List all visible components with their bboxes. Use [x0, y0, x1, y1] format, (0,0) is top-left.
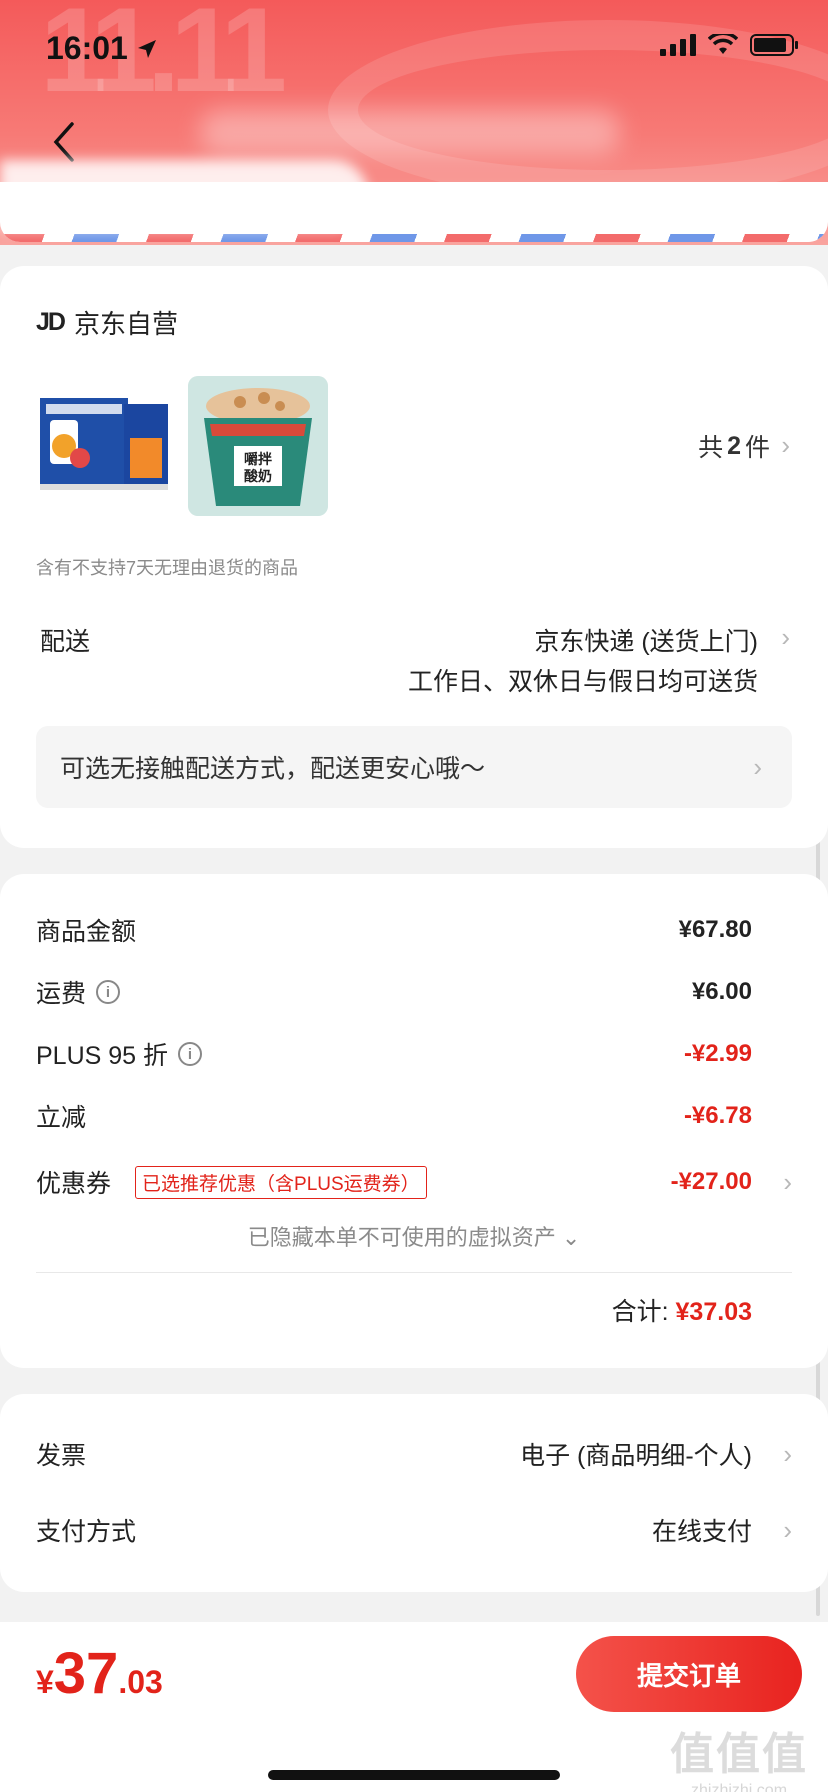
shop-name: 京东自营 — [73, 309, 178, 339]
chevron-right-icon: › — [781, 430, 790, 460]
payment-method-label: 支付方式 — [36, 1518, 137, 1546]
delivery-option[interactable]: 京东快递 (送货上门) 工作日、双休日与假日均可送货 — [408, 622, 758, 702]
delivery-label: 配送 — [40, 628, 91, 656]
count-prefix: 共 — [698, 434, 724, 462]
goods-amount-row: 商品金额 ¥67.80 — [36, 910, 792, 950]
payment-method-value: 在线支付 — [651, 1518, 752, 1546]
battery-icon — [750, 34, 798, 56]
goods-amount-value: ¥67.80 — [678, 916, 752, 943]
goods-amount-label: 商品金额 — [36, 918, 137, 946]
hidden-assets-text: 已隐藏本单不可使用的虚拟资产 — [247, 1225, 556, 1250]
chevron-right-icon: › — [781, 622, 790, 652]
invoice-card — [0, 1394, 828, 1592]
milk-box-product-image — [40, 398, 168, 490]
watermark-url: zhizhizhi.com — [690, 1782, 788, 1792]
location-arrow-icon — [138, 40, 156, 58]
coupon-label: 优惠券 — [36, 1170, 112, 1198]
pay-amount: ¥ 37 .03 — [36, 1640, 163, 1707]
blurred-recipient — [0, 160, 368, 230]
status-icons — [660, 34, 798, 56]
total-value: ¥37.03 — [675, 1298, 752, 1326]
invoice-value: 电子 (商品明细-个人) — [520, 1442, 752, 1470]
product-thumbnail-yogurt[interactable]: 嚼拌 酸奶 — [188, 376, 328, 516]
info-icon[interactable]: i — [96, 980, 121, 1004]
plus-discount-label: PLUS 95 折 — [36, 1042, 169, 1070]
currency-symbol: ¥ — [36, 1664, 54, 1700]
item-count-link[interactable]: 共 2 件 — [698, 428, 770, 464]
contactless-text: 可选无接触配送方式，配送更安心哦～ — [60, 755, 486, 783]
amount-integer: 37 — [53, 1641, 119, 1706]
blurred-address — [200, 110, 620, 154]
delivery-schedule: 工作日、双休日与假日均可送货 — [407, 668, 758, 696]
shipping-value: ¥6.00 — [691, 978, 752, 1005]
payment-method-row[interactable]: 支付方式 在线支付 › — [36, 1510, 792, 1550]
coupon-tag: 已选推荐优惠（含PLUS运费券） — [135, 1165, 427, 1199]
count-suffix: 件 — [744, 434, 770, 462]
info-icon[interactable]: i — [178, 1042, 203, 1066]
checkout-bar: ¥ 37 .03 提交订单 值值值 zhizhizhi.com — [0, 1622, 828, 1792]
shipping-label: 运费 — [36, 980, 87, 1008]
yogurt-cup-product-image: 嚼拌 酸奶 — [188, 376, 328, 516]
svg-text:酸奶: 酸奶 — [244, 468, 272, 484]
plus-discount-value: -¥2.99 — [683, 1040, 752, 1067]
delivery-method: 京东快递 (送货上门) — [534, 628, 758, 656]
total-label: 合计: — [611, 1298, 669, 1326]
shop-card: JD 京东自营 嚼拌 酸奶 共 2 件 › 含有不支持7天无理由退货的商品 配送… — [0, 266, 828, 848]
instant-discount-value: -¥6.78 — [683, 1102, 752, 1129]
hidden-assets-toggle[interactable]: 已隐藏本单不可使用的虚拟资产 ⌄ — [0, 1220, 828, 1252]
divider — [36, 1272, 792, 1273]
jd-logo: JD — [36, 308, 66, 336]
contactless-delivery-banner[interactable]: 可选无接触配送方式，配送更安心哦～ › — [36, 726, 792, 808]
shop-header: JD 京东自营 — [36, 304, 178, 341]
chevron-left-icon — [53, 122, 74, 162]
instant-discount-label: 立减 — [36, 1104, 87, 1132]
instant-discount-row: 立减 -¥6.78 — [36, 1096, 792, 1136]
chevron-right-icon: › — [783, 1166, 792, 1197]
chevron-down-icon: ⌄ — [561, 1225, 581, 1250]
watermark-logo: 值值值 — [670, 1730, 808, 1779]
return-policy-note: 含有不支持7天无理由退货的商品 — [36, 558, 299, 578]
chevron-right-icon: › — [783, 1438, 792, 1469]
order-total: 合计: ¥37.03 — [612, 1292, 752, 1328]
status-time: 16:01 — [46, 30, 128, 66]
shipping-row: 运费 i ¥6.00 — [36, 972, 792, 1012]
chevron-right-icon: › — [783, 1514, 792, 1545]
svg-text:嚼拌: 嚼拌 — [244, 451, 272, 467]
submit-order-button[interactable]: 提交订单 — [576, 1636, 802, 1712]
chevron-right-icon: › — [753, 751, 762, 782]
invoice-row[interactable]: 发票 电子 (商品明细-个人) › — [36, 1434, 792, 1474]
signal-icon — [660, 34, 696, 56]
product-thumbnail-milk[interactable] — [36, 376, 176, 516]
watermark: 值值值 zhizhizhi.com — [670, 1718, 808, 1792]
amount-decimal: .03 — [118, 1664, 163, 1700]
airmail-stripe — [0, 234, 828, 242]
invoice-label: 发票 — [36, 1442, 87, 1470]
coupon-value: -¥27.00 — [670, 1168, 752, 1195]
coupon-row[interactable]: 优惠券 已选推荐优惠（含PLUS运费券） -¥27.00 › — [36, 1162, 792, 1202]
wifi-icon — [708, 34, 738, 54]
home-indicator[interactable] — [268, 1770, 560, 1780]
plus-discount-row: PLUS 95 折 i -¥2.99 — [36, 1034, 792, 1074]
item-count: 2 — [727, 431, 741, 460]
